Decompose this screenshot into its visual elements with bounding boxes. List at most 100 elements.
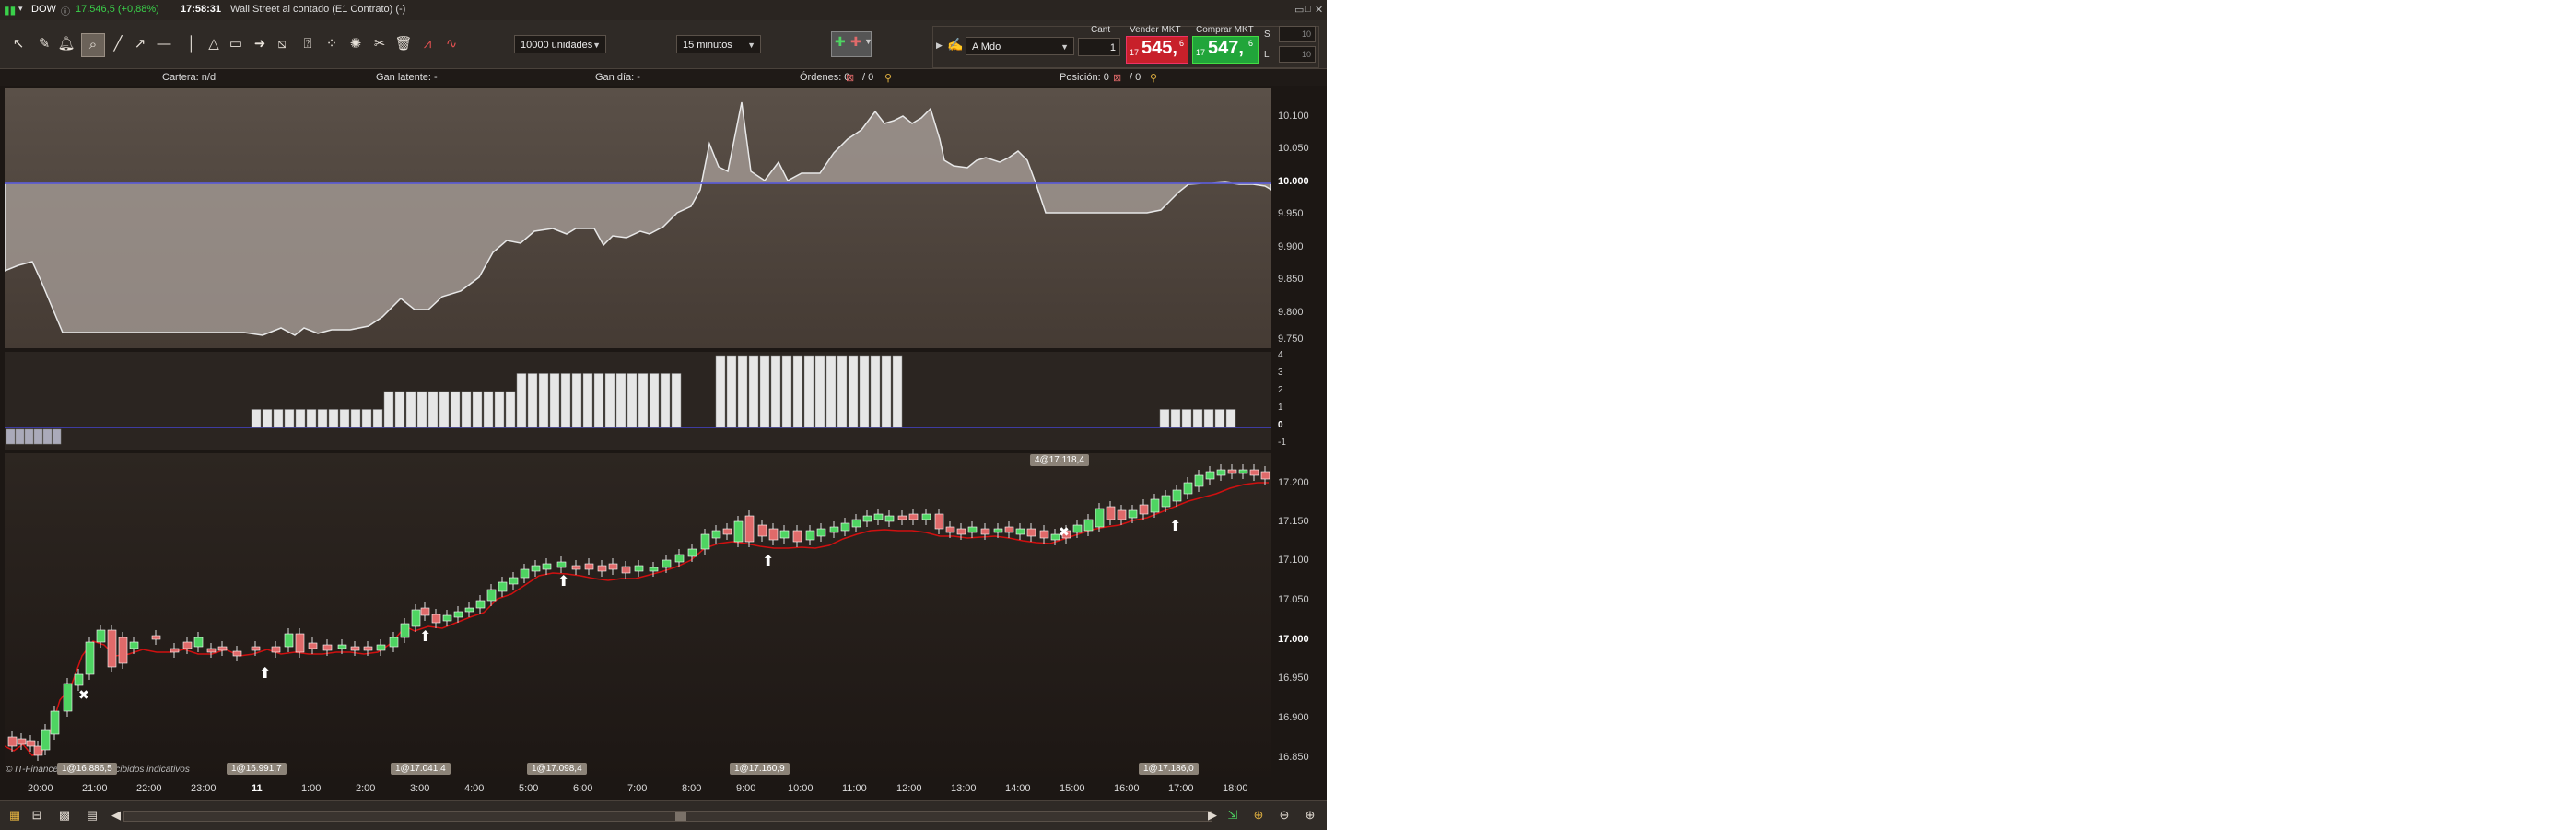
layout-icon[interactable]: ▤ (83, 806, 101, 824)
candle-up (1150, 498, 1160, 513)
fibonacci-icon[interactable]: ⧅ (271, 33, 293, 55)
candle-down (170, 648, 180, 653)
line-icon[interactable]: ╱ (107, 33, 129, 55)
symbol-menu-icon[interactable]: ▾ (18, 4, 23, 14)
symbol-name[interactable]: DOW (31, 4, 56, 15)
sell-button[interactable]: 17 545, 6 (1126, 36, 1188, 64)
buy-signal-arrow-icon: ⬆ (1169, 517, 1181, 534)
p3-tick: 17.050 (1278, 594, 1309, 605)
zoom-out-time-icon[interactable]: ⊟ (28, 806, 46, 824)
indicator-panel-2[interactable] (5, 352, 1271, 450)
histogram-bar (439, 391, 450, 428)
posicion-search-icon[interactable]: ⚲ (1150, 72, 1157, 84)
minimize-icon[interactable]: ▭ (1294, 4, 1304, 16)
candle-up (50, 710, 60, 735)
candle-up (816, 528, 826, 537)
candle-up (711, 530, 721, 539)
zoom-icon[interactable]: ⌕ (81, 33, 105, 57)
histogram-bar (6, 428, 16, 445)
buy-price: 547, (1208, 38, 1244, 58)
close-icon[interactable]: ✕ (1315, 4, 1323, 16)
candle-up (840, 522, 850, 532)
candle-up (193, 637, 204, 648)
candle-down (251, 646, 261, 651)
histogram-bar (759, 355, 770, 428)
histogram-bar (394, 391, 405, 428)
chevron-right-icon[interactable]: ▶ (936, 41, 943, 51)
histogram-bar (737, 355, 748, 428)
buy-button[interactable]: 17 547, 6 (1192, 36, 1259, 64)
ordenes-icon[interactable]: ⊠ (846, 72, 854, 84)
horizontal-scrollbar[interactable] (123, 811, 1212, 822)
auto-scale-icon[interactable]: ⇲ (1224, 806, 1242, 824)
candle-up (649, 567, 659, 572)
calendar-icon[interactable]: ▦ (6, 806, 24, 824)
candle-up (531, 565, 541, 572)
histogram-bar (626, 373, 638, 428)
indicator-icon[interactable]: ⩘ (416, 33, 439, 55)
scroll-right-icon[interactable]: ▶ (1203, 806, 1222, 824)
zoom-out-icon[interactable]: ⊖ (1275, 806, 1294, 824)
zoom-in-icon[interactable]: ⊕ (1301, 806, 1319, 824)
p2-tick: 3 (1278, 368, 1283, 378)
pencil-icon[interactable]: ✎ (33, 33, 55, 55)
side-l-input[interactable]: 10 (1279, 46, 1316, 63)
zoom-fit-icon[interactable]: ⊕ (1249, 806, 1268, 824)
candle-up (1015, 528, 1025, 535)
period-select[interactable]: 15 minutos ▼ (676, 35, 761, 53)
info-icon[interactable]: ⓘ (61, 4, 70, 18)
maximize-icon[interactable]: □ (1305, 4, 1311, 15)
scatter-icon[interactable]: ⁘ (321, 33, 343, 55)
order-type-select[interactable]: A Mdo ▼ (966, 37, 1074, 55)
rectangle-icon[interactable]: ▭ (225, 33, 247, 55)
indicator-panel-1[interactable] (5, 88, 1271, 348)
tools-icon[interactable]: ✂ (369, 33, 391, 55)
x-tick: 11:00 (842, 783, 867, 794)
x-tick: 23:00 (191, 783, 217, 794)
posicion-icon[interactable]: ⊠ (1113, 72, 1121, 84)
p1-tick: 10.100 (1278, 111, 1309, 122)
candle-down (1260, 471, 1270, 480)
candle-up (389, 637, 399, 648)
candle-down (232, 650, 242, 657)
alert-icon[interactable]: 🔔︎ (55, 33, 77, 55)
candle-down (571, 565, 581, 570)
price-panel[interactable]: ⬆ ⬆ ⬆ ⬆ ⬆ ✖ ✖ (5, 453, 1271, 777)
triangle-icon[interactable]: △ (203, 33, 225, 55)
candle-down (621, 566, 631, 574)
horizontal-line-icon[interactable]: — (153, 33, 175, 55)
side-s-input[interactable]: 10 (1279, 26, 1316, 42)
histogram-bar (317, 409, 328, 428)
units-select[interactable]: 10000 unidades ▼ (514, 35, 606, 53)
magic-icon[interactable]: ✺ (345, 33, 367, 55)
histogram-bar (527, 373, 538, 428)
candle-down (956, 528, 966, 535)
candle-up (967, 526, 978, 533)
histogram-bar (571, 373, 582, 428)
qty-input[interactable]: 1 (1078, 38, 1120, 56)
arrow-line-icon[interactable]: ↗ (129, 33, 151, 55)
pencil-order-icon[interactable]: ✍ (947, 37, 963, 53)
cursor-icon[interactable]: ↖ (7, 33, 29, 55)
candle-up (284, 633, 294, 648)
ordenes-search-icon[interactable]: ⚲ (884, 72, 892, 84)
histogram-bar (273, 409, 284, 428)
vertical-line-icon[interactable]: │ (181, 33, 203, 55)
x-tick: 13:00 (951, 783, 977, 794)
histogram-bar (306, 409, 317, 428)
histogram-bar (582, 373, 593, 428)
histogram-bar (892, 355, 903, 428)
candle-down (107, 629, 117, 668)
chevron-down-icon[interactable]: ▼ (864, 37, 872, 46)
trash-icon[interactable]: 🗑︎ (392, 33, 415, 55)
candle-down (182, 641, 193, 649)
scrollbar-thumb[interactable] (675, 812, 686, 821)
scroll-left-icon[interactable]: ◀ (107, 806, 125, 824)
grid-icon[interactable]: ▩ (55, 806, 74, 824)
wave-icon[interactable]: ∿ (440, 33, 463, 55)
arrow-icon[interactable]: ➜ (249, 33, 271, 55)
help-text-icon[interactable]: ⍰ (297, 33, 319, 55)
p3-tick: 17.150 (1278, 516, 1309, 527)
price-tag-top: 4@17.118,4 (1030, 454, 1089, 466)
candle-up (63, 683, 73, 712)
